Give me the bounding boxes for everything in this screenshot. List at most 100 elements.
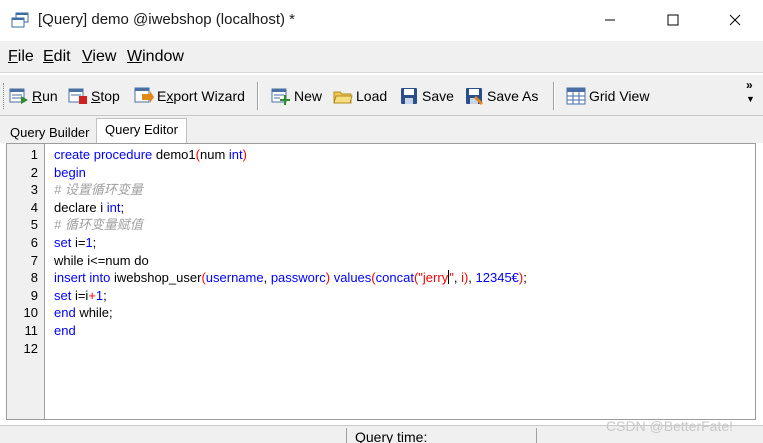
code-line: # 循环变量赋值 xyxy=(54,216,143,234)
tab-query-builder-label: Query Builder xyxy=(10,125,90,140)
code-keyword: set xyxy=(54,235,72,250)
stop-icon xyxy=(68,88,87,104)
code-identifier: iwebshop_user xyxy=(110,270,202,286)
code-keyword: int xyxy=(106,199,121,215)
line-number: 5 xyxy=(30,217,38,233)
maximize-button[interactable] xyxy=(650,0,696,40)
grid-view-button[interactable]: Grid View xyxy=(566,85,649,107)
minimize-button[interactable] xyxy=(587,0,633,40)
toolbar-grip[interactable] xyxy=(3,83,6,109)
toolbar-separator xyxy=(257,82,259,110)
menu-edit[interactable]: Edit xyxy=(43,48,71,66)
menu-file-accel: F xyxy=(8,48,18,65)
code-identifier: while i<=num do xyxy=(54,252,149,268)
export-wizard-icon xyxy=(134,87,154,103)
line-number: 2 xyxy=(30,164,38,180)
code-operator: + xyxy=(88,287,96,303)
line-number: 3 xyxy=(30,182,38,198)
window-title: [Query] demo @iwebshop (localhost) * xyxy=(38,11,296,28)
code-keyword: int xyxy=(228,147,243,162)
tab-strip: Query Builder Query Editor xyxy=(0,116,763,144)
load-icon xyxy=(333,91,353,104)
code-number: 1 xyxy=(85,235,93,250)
code-line: begin xyxy=(54,164,86,182)
query-editor[interactable]: 1 2 3 4 5 6 7 8 9 10 11 12 create proced… xyxy=(6,143,756,420)
new-icon xyxy=(271,88,290,105)
save-icon xyxy=(401,88,417,104)
save-as-icon xyxy=(466,88,483,105)
code-identifier: num xyxy=(200,147,229,162)
menu-view[interactable]: View xyxy=(82,48,116,66)
code-line: create procedure demo1(num int) xyxy=(54,146,247,164)
menu-file[interactable]: File xyxy=(8,48,34,66)
overflow-dropdown-icon: ▼ xyxy=(746,94,755,104)
save-label: Save xyxy=(422,88,454,104)
code-identifier: i=i xyxy=(71,287,89,303)
watermark: CSDN @BetterFate! xyxy=(606,418,734,434)
code-line: end while; xyxy=(54,304,113,322)
code-punctuation: ; xyxy=(92,235,97,250)
menu-edit-accel: E xyxy=(43,48,54,65)
code-line: end xyxy=(54,322,76,340)
line-number: 4 xyxy=(30,199,38,215)
code-keyword: begin xyxy=(54,164,86,180)
new-button[interactable]: New xyxy=(271,85,322,107)
overflow-chevron-icon: » xyxy=(746,78,753,92)
query-time-label: Query time: xyxy=(355,429,428,443)
close-icon xyxy=(729,14,741,26)
code-comment: # 循环变量赋值 xyxy=(54,217,143,233)
stop-button[interactable]: Stop xyxy=(68,85,120,107)
code-keyword: set xyxy=(54,287,72,303)
code-punctuation: ; xyxy=(103,287,107,303)
export-pre: E xyxy=(157,88,167,104)
code-identifier: demo1 xyxy=(152,147,196,162)
run-button[interactable]: Run xyxy=(9,85,58,107)
code-column: username xyxy=(205,270,264,286)
run-label: un xyxy=(42,88,58,104)
tab-query-editor[interactable]: Query Editor xyxy=(96,118,187,144)
line-number: 7 xyxy=(30,252,38,268)
line-number: 6 xyxy=(30,235,38,250)
run-accel: R xyxy=(32,88,43,104)
line-number: 9 xyxy=(30,287,38,303)
code-identifier: declare i xyxy=(54,199,107,215)
stop-accel: S xyxy=(91,88,101,104)
load-button[interactable]: Load xyxy=(333,85,387,107)
line-number-gutter: 1 2 3 4 5 6 7 8 9 10 11 12 xyxy=(7,144,45,419)
code-keyword: insert into xyxy=(54,270,111,286)
code-line: set i=1; xyxy=(54,234,96,252)
code-line: # 设置循环变量 xyxy=(54,181,143,199)
menu-bar: File Edit View Window xyxy=(0,41,763,73)
save-as-label: Save As xyxy=(487,88,539,104)
close-button[interactable] xyxy=(712,0,758,40)
line-number: 8 xyxy=(30,270,38,286)
menu-window[interactable]: Window xyxy=(127,48,184,66)
code-identifier: i= xyxy=(71,235,86,250)
code-function: concat xyxy=(375,270,414,286)
status-separator xyxy=(346,428,347,443)
status-separator xyxy=(536,428,537,443)
code-keyword: create procedure xyxy=(54,147,153,162)
run-icon xyxy=(9,88,28,104)
code-punctuation: ; xyxy=(523,270,527,286)
save-as-button[interactable]: Save As xyxy=(464,85,538,107)
code-keyword: end xyxy=(54,305,76,321)
toolbar: Run Stop Export Wizard New Load Save Sav… xyxy=(0,74,763,116)
toolbar-overflow-button[interactable]: » ▼ xyxy=(746,79,755,105)
menu-window-accel: W xyxy=(127,48,143,65)
line-number: 12 xyxy=(23,340,38,356)
code-keyword: end xyxy=(54,323,76,338)
export-wizard-button[interactable]: Export Wizard xyxy=(134,85,245,107)
minimize-icon xyxy=(605,19,615,21)
menu-file-label: ile xyxy=(17,48,34,65)
menu-view-label: iew xyxy=(92,48,117,65)
menu-view-accel: V xyxy=(82,48,93,65)
code-line: set i=i+1; xyxy=(54,287,107,305)
title-bar: [Query] demo @iwebshop (localhost) * xyxy=(0,0,763,40)
code-keyword: values xyxy=(330,270,372,286)
save-button[interactable]: Save xyxy=(399,85,454,107)
menu-window-label: indow xyxy=(142,48,184,65)
toolbar-separator xyxy=(553,82,555,110)
line-number: 1 xyxy=(30,147,38,162)
grid-view-label: Grid View xyxy=(589,88,650,104)
